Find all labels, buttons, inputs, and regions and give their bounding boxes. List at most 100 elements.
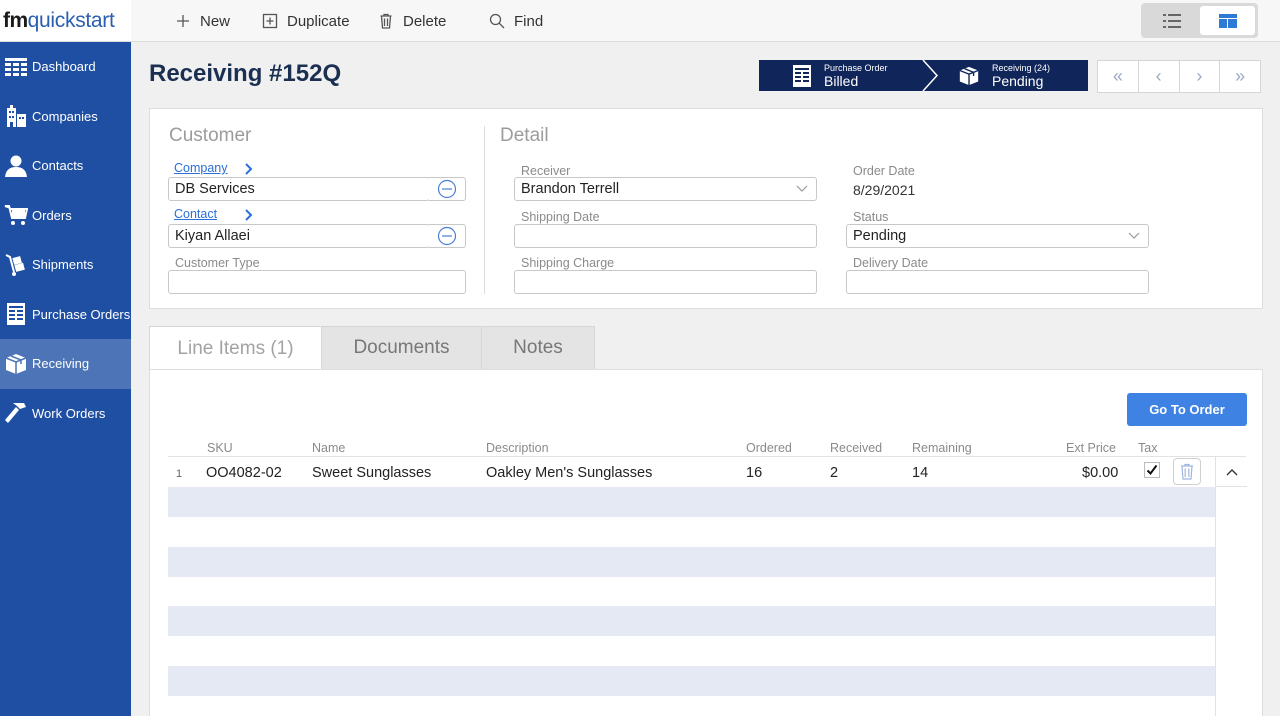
customer-type-label: Customer Type bbox=[175, 256, 260, 270]
search-icon bbox=[489, 13, 505, 29]
sidebar-item-label: Orders bbox=[32, 207, 72, 223]
hand-truck-icon bbox=[3, 252, 29, 278]
company-field[interactable]: DB Services bbox=[168, 177, 430, 201]
chevron-down-icon bbox=[1128, 232, 1140, 239]
clear-contact-button[interactable] bbox=[429, 224, 466, 248]
next-record-button[interactable]: › bbox=[1180, 61, 1221, 92]
receiving-caption: Receiving (24) bbox=[992, 62, 1051, 73]
delivery-date-field[interactable] bbox=[846, 270, 1149, 294]
hammer-icon bbox=[3, 400, 29, 426]
person-icon bbox=[3, 153, 29, 179]
sidebar: Dashboard Companies Contacts Orders Ship… bbox=[0, 42, 131, 716]
sidebar-item-dashboard[interactable]: Dashboard bbox=[0, 42, 131, 92]
ledger-icon bbox=[3, 301, 29, 327]
duplicate-icon bbox=[262, 13, 278, 29]
status-dropdown[interactable]: Pending bbox=[846, 224, 1149, 248]
company-link[interactable]: Company bbox=[174, 161, 228, 175]
order-date-label: Order Date bbox=[853, 164, 915, 178]
sidebar-item-receiving[interactable]: Receiving bbox=[0, 339, 131, 389]
new-button[interactable]: New bbox=[175, 10, 230, 32]
shipping-date-label: Shipping Date bbox=[521, 210, 600, 224]
sidebar-item-orders[interactable]: Orders bbox=[0, 191, 131, 241]
purchase-order-status: Billed bbox=[824, 72, 859, 89]
cell-sku[interactable]: OO4082-02 bbox=[206, 465, 282, 481]
plus-icon bbox=[177, 15, 189, 27]
row-number: 1 bbox=[176, 468, 183, 480]
clear-company-button[interactable] bbox=[429, 177, 466, 201]
empty-row bbox=[168, 546, 1215, 577]
view-toggle bbox=[1141, 3, 1258, 38]
record-pager: « ‹ › » bbox=[1097, 60, 1261, 93]
receiving-step[interactable]: Receiving (24) Pending bbox=[958, 60, 1050, 91]
find-button-label: Find bbox=[514, 12, 544, 30]
duplicate-button-label: Duplicate bbox=[287, 12, 350, 30]
sidebar-item-companies[interactable]: Companies bbox=[0, 92, 131, 142]
tab-notes[interactable]: Notes bbox=[481, 326, 595, 370]
shipping-charge-label: Shipping Charge bbox=[521, 256, 615, 270]
delete-button-label: Delete bbox=[403, 12, 447, 30]
receiver-dropdown[interactable]: Brandon Terrell bbox=[514, 177, 817, 201]
cart-icon bbox=[3, 202, 29, 228]
shipping-date-field[interactable] bbox=[514, 224, 817, 248]
status-value: Pending bbox=[853, 228, 907, 244]
page-title: Receiving #152Q bbox=[149, 60, 342, 87]
column-header-ext-price: Ext Price bbox=[1066, 441, 1117, 455]
column-header-description: Description bbox=[486, 441, 549, 455]
receiver-value: Brandon Terrell bbox=[521, 181, 620, 197]
tab-line-items[interactable]: Line Items (1) bbox=[149, 326, 322, 371]
column-header-sku: SKU bbox=[207, 441, 233, 455]
chevron-right-icon[interactable] bbox=[244, 209, 254, 221]
cell-received[interactable]: 2 bbox=[830, 465, 838, 481]
contact-field[interactable]: Kiyan Allaei bbox=[168, 224, 430, 248]
status-chain: Purchase Order Billed Receiving (24) Pen… bbox=[759, 60, 1088, 91]
sidebar-item-work-orders[interactable]: Work Orders bbox=[0, 389, 131, 439]
list-view-button[interactable] bbox=[1144, 6, 1199, 35]
tax-checkbox[interactable] bbox=[1144, 462, 1160, 478]
last-record-button[interactable]: » bbox=[1220, 61, 1260, 92]
cell-description[interactable]: Oakley Men's Sunglasses bbox=[486, 465, 652, 481]
delete-button[interactable]: Delete bbox=[378, 10, 446, 32]
previous-record-button[interactable]: ‹ bbox=[1139, 61, 1180, 92]
chevron-right-icon[interactable] bbox=[244, 163, 254, 175]
find-button[interactable]: Find bbox=[489, 10, 543, 32]
duplicate-button[interactable]: Duplicate bbox=[262, 10, 350, 32]
ledger-icon bbox=[793, 64, 811, 87]
list-view-icon bbox=[1162, 13, 1181, 28]
sidebar-item-purchase-orders[interactable]: Purchase Orders bbox=[0, 290, 131, 340]
cell-name[interactable]: Sweet Sunglasses bbox=[312, 465, 431, 481]
line-items-scrollbar[interactable] bbox=[1215, 457, 1247, 716]
purchase-order-step[interactable]: Purchase Order Billed bbox=[793, 60, 888, 91]
column-header-name: Name bbox=[312, 441, 346, 455]
go-to-order-button[interactable]: Go To Order bbox=[1127, 393, 1247, 426]
receiver-label: Receiver bbox=[521, 164, 571, 178]
empty-row bbox=[168, 696, 1215, 716]
sidebar-item-label: Contacts bbox=[32, 158, 84, 174]
sidebar-item-shipments[interactable]: Shipments bbox=[0, 240, 131, 290]
form-view-button[interactable] bbox=[1200, 6, 1255, 35]
empty-row bbox=[168, 606, 1215, 637]
purchase-order-caption: Purchase Order bbox=[824, 62, 888, 73]
sidebar-item-contacts[interactable]: Contacts bbox=[0, 141, 131, 191]
sidebar-item-label: Purchase Orders bbox=[32, 306, 131, 322]
first-record-button[interactable]: « bbox=[1098, 61, 1139, 92]
toolbar: New Duplicate Delete Find bbox=[131, 0, 1280, 42]
cell-remaining[interactable]: 14 bbox=[912, 465, 928, 481]
cell-ordered[interactable]: 16 bbox=[746, 465, 762, 481]
cell-ext-price[interactable]: $0.00 bbox=[1082, 465, 1118, 481]
tab-documents[interactable]: Documents bbox=[321, 326, 482, 370]
scroll-up-button[interactable] bbox=[1216, 457, 1247, 487]
buildings-icon bbox=[3, 103, 29, 129]
receiving-status: Pending bbox=[992, 72, 1044, 89]
trash-icon bbox=[380, 13, 392, 29]
customer-type-field[interactable] bbox=[168, 270, 466, 294]
shipping-charge-field[interactable] bbox=[514, 270, 817, 294]
chevron-up-icon bbox=[1226, 468, 1237, 475]
empty-row bbox=[168, 636, 1215, 667]
line-items-table bbox=[168, 457, 1215, 716]
column-header-tax: Tax bbox=[1138, 441, 1158, 455]
status-label: Status bbox=[853, 210, 889, 224]
contact-link[interactable]: Contact bbox=[174, 207, 217, 221]
delete-line-item-button[interactable] bbox=[1173, 458, 1201, 485]
sidebar-item-label: Shipments bbox=[32, 257, 94, 273]
delivery-date-label: Delivery Date bbox=[853, 256, 929, 270]
